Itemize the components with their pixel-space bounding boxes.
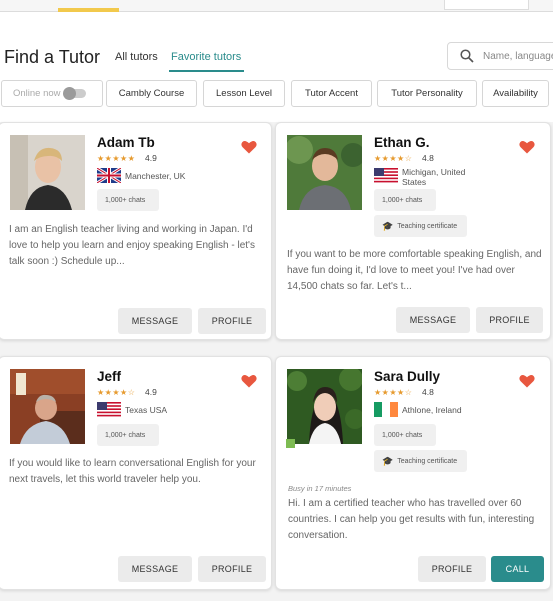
certificate-label: Teaching certificate <box>397 457 458 465</box>
favorite-heart-icon[interactable] <box>241 374 257 388</box>
tutor-description: I am an English teacher living and worki… <box>9 224 255 267</box>
tutor-name[interactable]: Ethan G. <box>374 135 430 150</box>
favorite-heart-icon[interactable] <box>519 140 535 154</box>
filter-lesson-level[interactable]: Lesson Level <box>203 80 285 107</box>
tutor-location: Athlone, Ireland <box>402 405 462 415</box>
tutor-location: Michigan, United States <box>402 167 466 187</box>
uk-flag-icon <box>97 168 121 183</box>
tutor-name[interactable]: Adam Tb <box>97 135 155 150</box>
tutor-photo[interactable] <box>287 135 362 210</box>
page-title: Find a Tutor <box>4 47 101 67</box>
teaching-certificate-badge: 🎓 Teaching certificate <box>374 450 467 472</box>
tutor-description: If you would like to learn conversationa… <box>9 458 256 485</box>
filter-cambly-course[interactable]: Cambly Course <box>106 80 197 107</box>
tutor-description: If you want to be more comfortable speak… <box>287 249 542 292</box>
filter-tutor-personality[interactable]: Tutor Personality <box>377 80 477 107</box>
tutor-description: Hi. I am a certified teacher who has tra… <box>288 498 535 541</box>
chats-badge: 1,000+ chats <box>374 424 436 446</box>
call-button[interactable]: CALL <box>491 556 544 582</box>
rating-stars: ★★★★☆ <box>97 388 136 397</box>
usa-flag-icon <box>374 168 398 183</box>
filter-tutor-accent[interactable]: Tutor Accent <box>291 80 372 107</box>
tutor-name[interactable]: Sara Dully <box>374 369 440 384</box>
active-tab-underline <box>169 70 244 72</box>
online-now-label: Online now <box>13 88 61 99</box>
search-icon <box>460 49 474 63</box>
top-nav-field[interactable] <box>444 0 529 10</box>
graduation-cap-icon: 🎓 <box>382 220 394 231</box>
rating-value: 4.8 <box>422 153 434 163</box>
tab-favorite-tutors[interactable]: Favorite tutors <box>171 51 241 63</box>
search-input[interactable]: Name, language <box>447 42 553 70</box>
message-button[interactable]: MESSAGE <box>118 308 192 334</box>
tutor-card-adam[interactable]: Adam Tb ★★★★★ 4.9 Manchester, UK 1,000+ … <box>0 122 272 340</box>
tutor-location: Texas USA <box>125 405 168 415</box>
profile-button[interactable]: PROFILE <box>198 556 266 582</box>
online-now-filter[interactable]: Online now <box>1 80 103 107</box>
chats-badge: 1,000+ chats <box>97 189 159 211</box>
page: Find a Tutor All tutors Favorite tutors … <box>0 0 553 601</box>
graduation-cap-icon: 🎓 <box>382 455 394 466</box>
tutor-card-jeff[interactable]: Jeff ★★★★☆ 4.9 Texas USA 1,000+ chats If… <box>0 356 272 590</box>
tutor-search-header: Find a Tutor All tutors Favorite tutors … <box>0 12 553 122</box>
rating-value: 4.8 <box>422 387 434 397</box>
message-button[interactable]: MESSAGE <box>118 556 192 582</box>
online-status-indicator <box>286 439 295 448</box>
profile-button[interactable]: PROFILE <box>198 308 266 334</box>
tutor-card-ethan[interactable]: Ethan G. ★★★★☆ 4.8 Michigan, United Stat… <box>275 122 551 340</box>
rating-stars: ★★★★☆ <box>374 388 413 397</box>
profile-button[interactable]: PROFILE <box>418 556 486 582</box>
chats-badge: 1,000+ chats <box>97 424 159 446</box>
tutor-photo[interactable] <box>10 369 85 444</box>
profile-button[interactable]: PROFILE <box>476 307 543 333</box>
favorite-heart-icon[interactable] <box>519 374 535 388</box>
rating-value: 4.9 <box>145 387 157 397</box>
chats-badge: 1,000+ chats <box>374 189 436 211</box>
toggle-knob <box>63 87 76 100</box>
certificate-label: Teaching certificate <box>397 222 458 230</box>
busy-status: Busy in 17 minutes <box>288 484 352 493</box>
message-button[interactable]: MESSAGE <box>396 307 470 333</box>
tab-all-tutors[interactable]: All tutors <box>115 51 158 63</box>
rating-stars: ★★★★★ <box>97 154 136 163</box>
tutor-photo[interactable] <box>287 369 362 444</box>
filter-availability[interactable]: Availability <box>482 80 549 107</box>
usa-flag-icon <box>97 402 121 417</box>
favorite-heart-icon[interactable] <box>241 140 257 154</box>
top-nav-bar <box>0 0 553 12</box>
tutor-photo[interactable] <box>10 135 85 210</box>
search-placeholder: Name, language <box>483 51 553 62</box>
tutor-name[interactable]: Jeff <box>97 369 121 384</box>
tutor-location: Manchester, UK <box>125 171 186 181</box>
tutor-card-sara[interactable]: Sara Dully ★★★★☆ 4.8 Athlone, Ireland 1,… <box>275 356 551 590</box>
rating-value: 4.9 <box>145 153 157 163</box>
online-now-toggle[interactable] <box>63 87 86 100</box>
rating-stars: ★★★★☆ <box>374 154 413 163</box>
ireland-flag-icon <box>374 402 398 417</box>
teaching-certificate-badge: 🎓 Teaching certificate <box>374 215 467 237</box>
